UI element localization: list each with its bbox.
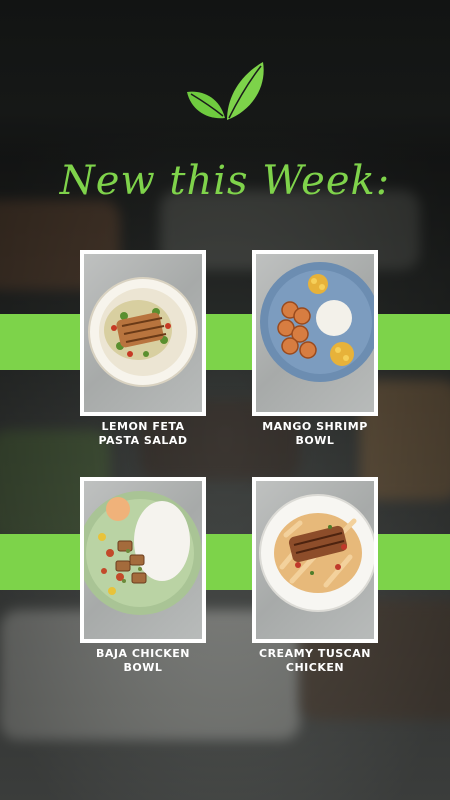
meal-photo (256, 254, 374, 412)
meal-card-lemon-feta[interactable] (80, 250, 206, 416)
promo-story: New this Week: LEMON FETA PASTA SALAD MA… (0, 0, 450, 800)
meal-label-line: PASTA SALAD (98, 434, 188, 447)
accent-band-top (0, 314, 450, 370)
meal-label-mango-shrimp: MANGO SHRIMP BOWL (235, 420, 395, 448)
meal-label-line: BOWL (295, 434, 335, 447)
leaf-icon (187, 62, 264, 120)
accent-band-bottom (0, 534, 450, 590)
meal-label-baja-chicken: BAJA CHICKEN BOWL (63, 647, 223, 675)
meal-photo (84, 481, 202, 639)
headline: New this Week: (59, 158, 391, 204)
meal-label-line: CHICKEN (285, 661, 345, 674)
meal-photo (256, 481, 374, 639)
meal-label-line: LEMON FETA (101, 420, 185, 433)
meal-label-line: CREAMY TUSCAN (259, 647, 371, 660)
meal-label-creamy-tuscan: CREAMY TUSCAN CHICKEN (235, 647, 395, 675)
meal-card-mango-shrimp[interactable] (252, 250, 378, 416)
meal-label-line: MANGO SHRIMP (262, 420, 368, 433)
meal-label-line: BOWL (123, 661, 163, 674)
meal-label-lemon-feta: LEMON FETA PASTA SALAD (63, 420, 223, 448)
meal-card-creamy-tuscan[interactable] (252, 477, 378, 643)
meal-photo (84, 254, 202, 412)
meal-card-baja-chicken[interactable] (80, 477, 206, 643)
meal-label-line: BAJA CHICKEN (95, 647, 191, 660)
